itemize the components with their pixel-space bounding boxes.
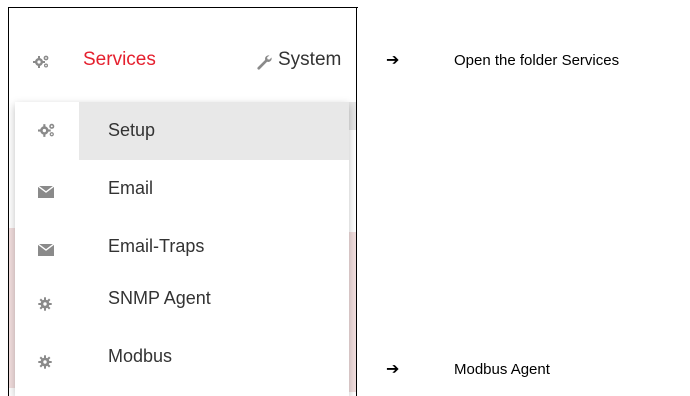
menu-item-snmp-agent[interactable]: SNMP Agent <box>15 274 349 328</box>
gear-icon <box>38 355 56 371</box>
gears-icon[interactable] <box>33 54 50 69</box>
gears-icon <box>38 122 56 138</box>
menu-item-label: Setup <box>108 120 156 140</box>
nav-system-clip: System <box>276 44 356 78</box>
nav-system[interactable]: System <box>278 49 341 71</box>
gear-icon <box>38 297 56 313</box>
ui-screenshot: Services System Setup Email Email-Traps … <box>0 0 360 396</box>
services-dropdown-menu: Setup Email Email-Traps SNMP Agent Modbu… <box>15 102 349 396</box>
menu-item-email[interactable]: Email <box>15 160 349 214</box>
background-panel-right <box>349 232 356 392</box>
envelope-icon <box>37 185 56 201</box>
menu-item-email-traps[interactable]: Email-Traps <box>15 218 349 272</box>
arrow-right-icon: ➔ <box>386 359 400 378</box>
wrench-icon[interactable] <box>256 54 272 70</box>
nav-services[interactable]: Services <box>83 49 156 71</box>
menu-item-modbus[interactable]: Modbus <box>15 330 349 384</box>
menu-item-label: Modbus <box>108 346 173 366</box>
menu-item-label: SNMP Agent <box>108 288 211 308</box>
annotation-modbus: Modbus Agent <box>454 361 550 378</box>
menu-item-label: Email-Traps <box>108 236 205 256</box>
annotation-services: Open the folder Services <box>454 52 620 69</box>
frame-border-right <box>356 7 357 396</box>
menu-item-label: Email <box>108 178 154 198</box>
arrow-right-icon: ➔ <box>386 50 400 69</box>
menu-item-setup[interactable]: Setup <box>15 102 349 160</box>
background-panel-gray <box>349 102 356 130</box>
envelope-icon <box>37 243 56 259</box>
